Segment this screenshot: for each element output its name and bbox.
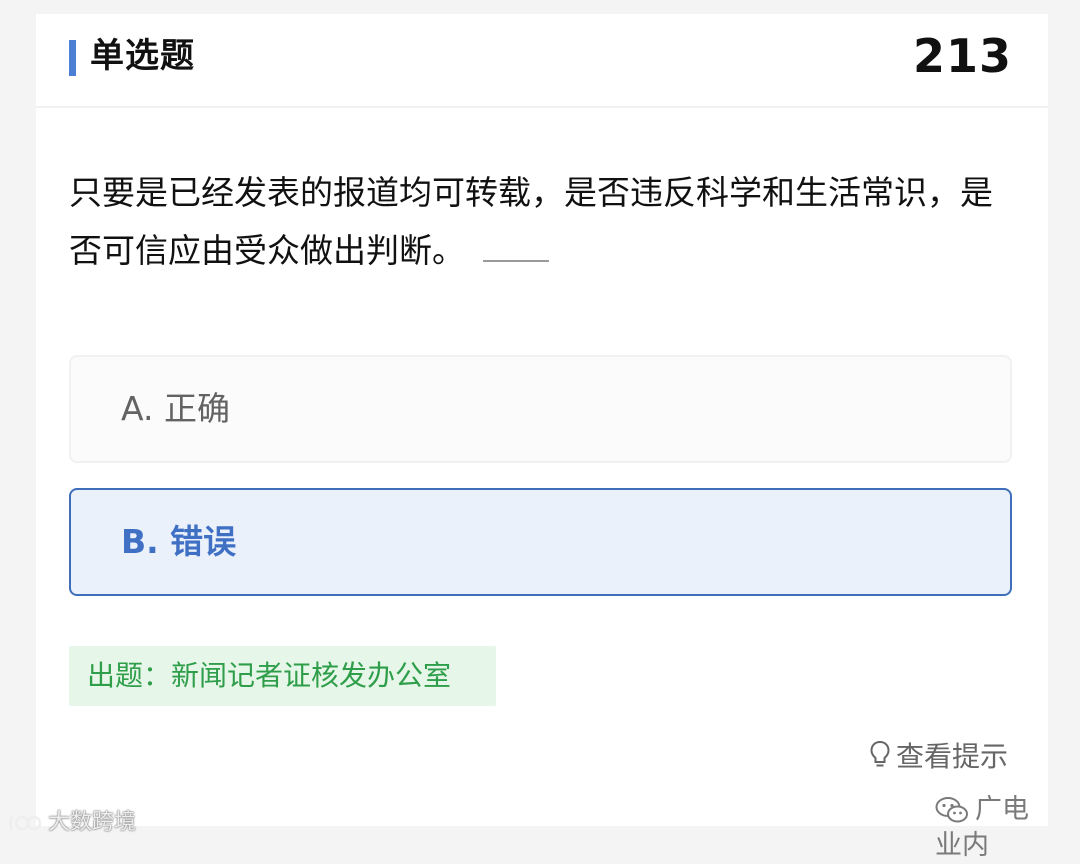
corner-watermark-text: 大数跨境 bbox=[48, 810, 137, 835]
lightbulb-icon bbox=[870, 740, 890, 767]
question-text-block: 只要是已经发表的报道均可转载，是否违反科学和生活常识，是否可信应由受众做出判断。 bbox=[69, 164, 1019, 280]
view-hint-label: 查看提示 bbox=[896, 740, 1009, 773]
view-hint-button[interactable]: 查看提示 bbox=[870, 737, 1008, 777]
question-type-title: 单选题 bbox=[90, 36, 195, 76]
option-a-button[interactable]: A. 正确 bbox=[69, 355, 1012, 463]
answer-blank bbox=[483, 236, 549, 262]
question-card: 单选题 213 只要是已经发表的报道均可转载，是否违反科学和生活常识，是否可信应… bbox=[36, 14, 1048, 861]
card-header: 单选题 213 bbox=[36, 14, 1048, 108]
wechat-watermark: 广电业内 bbox=[935, 792, 1048, 861]
question-source-badge: 出题：新闻记者证核发办公室 bbox=[69, 646, 496, 706]
title-accent-bar bbox=[69, 40, 76, 76]
option-a-label: A. 正确 bbox=[121, 389, 230, 428]
question-number: 213 bbox=[912, 29, 1012, 83]
option-b-label: B. 错误 bbox=[121, 522, 237, 561]
corner-watermark: 大数跨境 bbox=[8, 808, 136, 838]
wechat-icon bbox=[935, 797, 968, 823]
brand-logo-icon bbox=[9, 815, 42, 831]
option-b-button[interactable]: B. 错误 bbox=[69, 488, 1012, 596]
